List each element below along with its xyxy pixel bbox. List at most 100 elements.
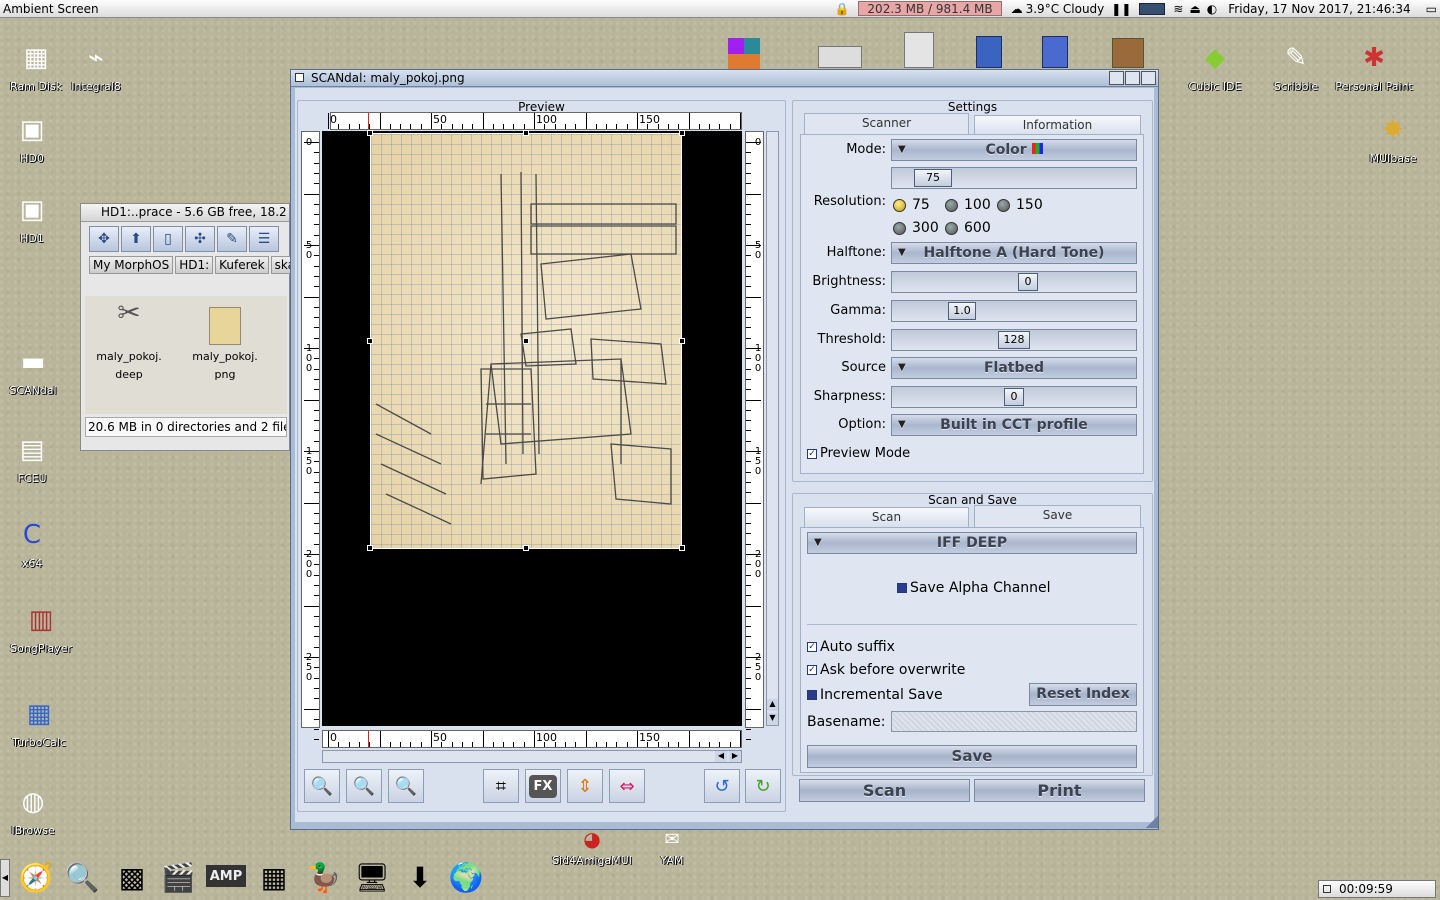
bookshelf-icon[interactable] [1112, 38, 1144, 68]
save-alpha-checkbox[interactable]: Save Alpha Channel [897, 580, 1051, 596]
dock-arrow-icon[interactable]: ◀ [0, 859, 10, 897]
drawer-window[interactable]: HD1:..prace - 5.6 GB free, 18.2 ✥ ⬆ ▯ ✣ … [80, 203, 307, 451]
pause-icon[interactable]: ❚❚ [1111, 2, 1131, 16]
sharpness-slider[interactable]: 0 [891, 386, 1137, 408]
globe-icon[interactable]: 🌍 [446, 857, 486, 897]
tab-scan[interactable]: Scan [804, 507, 969, 527]
file-icon-png[interactable]: maly_pokoj. png [185, 304, 265, 384]
document-icon[interactable] [904, 32, 934, 68]
mode-cycle[interactable]: ▼ Color [891, 139, 1137, 161]
move-icon[interactable]: ✣ [185, 226, 215, 252]
crop-handle-l[interactable] [367, 338, 373, 344]
download-icon[interactable]: ⬇ [400, 857, 440, 897]
crop-handle-r[interactable] [679, 338, 685, 344]
duck-icon[interactable]: 🦆 [304, 857, 344, 897]
sharpness-knob[interactable]: 0 [1004, 388, 1024, 406]
crop-button[interactable]: ⌗ [483, 769, 519, 803]
desktop-icon-hd0[interactable]: ▣ HD0 [0, 110, 71, 165]
desktop-icon-fceu[interactable]: ▤ FCEU [0, 430, 71, 485]
desktop-icon-personal-paint[interactable]: ✱ Personal Paint [1334, 38, 1414, 93]
fx-button[interactable]: FX [525, 769, 561, 803]
scan-button[interactable]: Scan [799, 779, 970, 802]
desktop-icon-turbocalc[interactable]: ▦ TurboCalc [0, 694, 78, 749]
radio-res-100[interactable]: 100 [945, 197, 991, 213]
format-cycle[interactable]: ▼ IFF DEEP [807, 532, 1137, 554]
radio-res-600[interactable]: 600 [945, 220, 991, 236]
flip-vertical-button[interactable]: ⇕ [567, 769, 603, 803]
save-button[interactable]: Save [807, 745, 1137, 768]
threshold-slider[interactable]: 128 [891, 329, 1137, 351]
threshold-knob[interactable]: 128 [998, 331, 1030, 349]
desktop-icon-songplayer[interactable]: ▥ SongPlayer [2, 600, 80, 655]
drawer-title-bar[interactable]: HD1:..prace - 5.6 GB free, 18.2 [81, 204, 289, 222]
preview-mode-checkbox[interactable]: ✓ Preview Mode [807, 446, 910, 461]
gamma-slider[interactable]: 1.0 [891, 300, 1137, 322]
zoom-reset-button[interactable]: 🔍 [346, 769, 382, 803]
desktop-icon-integral8[interactable]: ⌁ Integral8 [57, 38, 135, 93]
crop-handle-bl[interactable] [367, 545, 373, 551]
file-icon-deep[interactable]: ✂ maly_pokoj. deep [89, 299, 169, 384]
monitor-icon[interactable]: 🖥 [352, 857, 392, 897]
crop-handle-t[interactable] [523, 130, 529, 136]
desktop-icon-sid4amigamui[interactable]: ◕ Sid4AmigaMUI [550, 826, 634, 867]
radio-res-75[interactable]: 75 [893, 197, 930, 213]
crop-handle-c[interactable] [523, 338, 529, 344]
image-icon[interactable] [818, 46, 862, 68]
wifi-icon[interactable]: ≋ [1173, 2, 1183, 16]
zoom-out-button[interactable]: 🔍 [388, 769, 424, 803]
desktop-icon-hd1[interactable]: ▣ HD1 [0, 190, 71, 245]
crumb-my-morphos[interactable]: My MorphOS [89, 256, 174, 274]
clock-widget[interactable]: 00:09:59 [1318, 880, 1436, 898]
window-title-bar[interactable]: SCANdal: maly_pokoj.png [291, 70, 1158, 87]
depth-icon[interactable] [1141, 71, 1156, 85]
list-icon[interactable]: ☰ [249, 226, 279, 252]
preview-horizontal-scrollbar[interactable]: ◀ ▶ [322, 750, 742, 763]
desktop-icon-muibase[interactable]: ✸ MUIbase [1354, 110, 1432, 165]
scroll-up-icon[interactable]: ▲ [767, 699, 778, 711]
server-icon[interactable] [976, 36, 1002, 68]
preview-vertical-scrollbar[interactable]: ▲ ▼ [766, 131, 779, 726]
calculator-icon[interactable]: ▦ [254, 857, 294, 897]
gamma-knob[interactable]: 1.0 [948, 302, 976, 320]
crop-handle-tr[interactable] [679, 130, 685, 136]
scroll-down-icon[interactable]: ▼ [767, 713, 778, 725]
radio-res-150[interactable]: 150 [997, 197, 1043, 213]
edit-icon[interactable]: ✎ [217, 226, 247, 252]
crumb-kuferek[interactable]: Kuferek [215, 256, 269, 274]
lock-icon[interactable]: 🔒 [834, 2, 849, 16]
scroll-left-icon[interactable]: ◀ [715, 751, 727, 762]
brightness-slider[interactable]: 0 [891, 271, 1137, 293]
screen-depth-icon[interactable]: ▭ [1426, 2, 1437, 16]
flip-horizontal-button[interactable]: ⇔ [609, 769, 645, 803]
resolution-slider[interactable]: 75 [891, 167, 1137, 189]
window-close-icon[interactable] [295, 73, 304, 82]
basename-input[interactable] [891, 711, 1137, 732]
source-cycle[interactable]: ▼ Flatbed [891, 357, 1137, 379]
desktop-icon-ibrowse[interactable]: ◍ IBrowse [0, 782, 72, 837]
icon-view-icon[interactable]: ✥ [89, 226, 119, 252]
palette-icon[interactable] [728, 38, 760, 70]
crumb-hd1[interactable]: HD1: [175, 256, 214, 274]
parent-dir-icon[interactable]: ⬆ [121, 226, 151, 252]
iconify-icon[interactable] [1109, 71, 1124, 85]
clapper-icon[interactable]: 🎬 [158, 857, 198, 897]
scanned-image[interactable] [367, 130, 685, 551]
tab-save[interactable]: Save [974, 505, 1141, 527]
speaker-icon[interactable]: ◐ [1207, 2, 1217, 16]
zoom-icon[interactable] [1125, 71, 1140, 85]
desktop-icon-scandal[interactable]: ▬ SCANdal [0, 342, 72, 397]
halftone-cycle[interactable]: ▼ Halftone A (Hard Tone) [891, 242, 1137, 264]
window-size-gadget[interactable] [1146, 816, 1158, 828]
tab-information[interactable]: Information [974, 115, 1141, 135]
resolution-knob[interactable]: 75 [914, 169, 952, 187]
eject-icon[interactable]: ⏏ [1189, 2, 1200, 16]
tab-scanner[interactable]: Scanner [804, 113, 969, 135]
ask-overwrite-checkbox[interactable]: ✓ Ask before overwrite [807, 662, 965, 678]
desktop-icon-x64[interactable]: Cx64 [0, 515, 71, 570]
rotate-left-button[interactable]: ↺ [704, 769, 740, 803]
server-icon[interactable] [1042, 36, 1068, 68]
crop-handle-br[interactable] [679, 545, 685, 551]
print-button[interactable]: Print [974, 779, 1145, 802]
magnifier-girl-icon[interactable]: 🔍 [62, 857, 102, 897]
zoom-in-button[interactable]: 🔍 [304, 769, 340, 803]
